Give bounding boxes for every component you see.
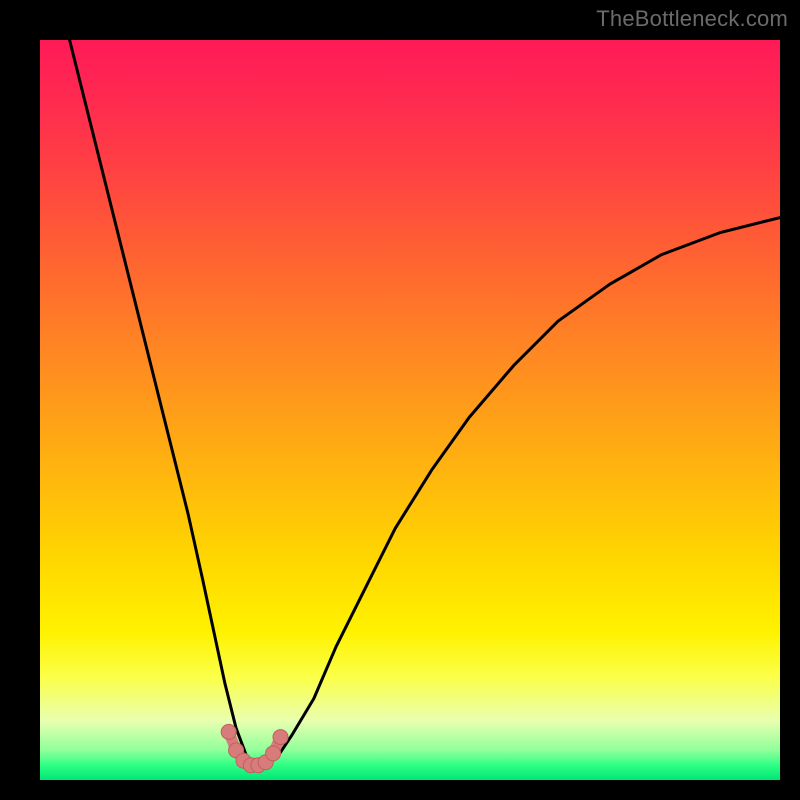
attribution-text: TheBottleneck.com: [596, 6, 788, 32]
plot-area: [40, 40, 780, 780]
marker-dot: [273, 730, 288, 745]
bottleneck-curve: [70, 40, 780, 765]
chart-frame: TheBottleneck.com: [0, 0, 800, 800]
marker-dot: [266, 746, 281, 761]
marker-dot: [221, 724, 236, 739]
curve-path: [70, 40, 780, 765]
bottom-markers: [221, 724, 288, 772]
chart-svg: [40, 40, 780, 780]
